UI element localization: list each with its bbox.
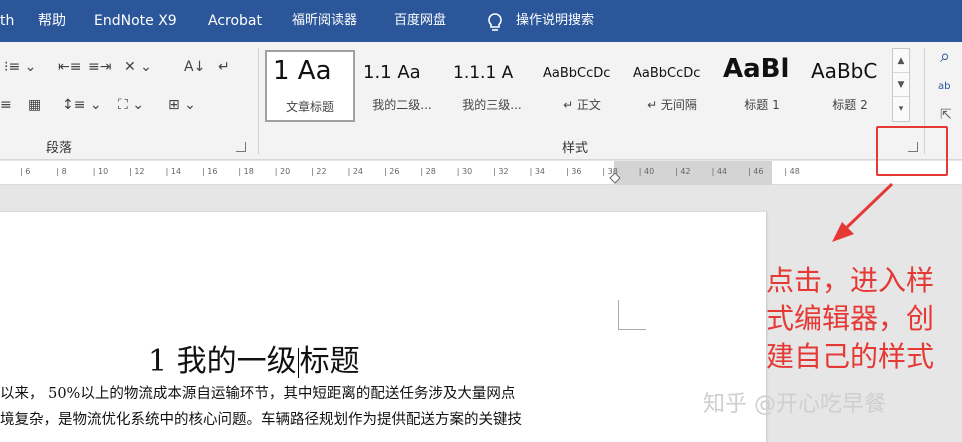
ruler-tick-label: | 48 <box>784 167 800 176</box>
ruler-tick-label: | 18 <box>238 167 254 176</box>
highlight-box <box>876 126 948 176</box>
multilevel-list-icon[interactable]: ⁝≡ ⌄ <box>4 58 36 76</box>
paragraph-group-label: 段落 <box>46 141 73 156</box>
annotation-callout: 点击，进入样 式编辑器，创 建自己的样式 <box>745 262 955 376</box>
menu-tab-foxit[interactable]: 福昕阅读器 <box>292 12 357 30</box>
ruler-tick-label: | 22 <box>311 167 327 176</box>
style-heading-level-3[interactable]: 1.1.1 A 我的三级... <box>447 50 537 122</box>
style-name: ↵ 无间隔 <box>647 98 697 112</box>
ruler-tick-label: | 38 <box>602 167 618 176</box>
replace-icon[interactable]: ab <box>938 78 950 96</box>
margin-corner-mark <box>618 300 646 330</box>
style-preview: AaBbCcDc <box>633 66 701 81</box>
callout-line: 建自己的样式 <box>765 340 934 373</box>
style-no-spacing[interactable]: AaBbCcDc ↵ 无间隔 <box>627 50 717 122</box>
increase-indent-icon[interactable]: ≡⇥ <box>88 58 111 76</box>
watermark: 知乎 @开心吃早餐 <box>703 392 886 417</box>
document-heading[interactable]: 1 我的一级 标题 <box>148 336 360 380</box>
ruler-tick-label: | 6 <box>20 167 31 176</box>
ruler-tick-label: | 20 <box>274 167 291 176</box>
ruler-tick-label: | 32 <box>493 167 509 176</box>
style-preview: AaBl <box>723 54 790 84</box>
ruler-tick-label: | 10 <box>92 167 109 176</box>
distributed-icon[interactable]: ▦ <box>28 96 41 114</box>
callout-line: 式编辑器，创 <box>765 302 934 335</box>
heading-text-before-cursor: 1 我的一级 <box>148 344 297 379</box>
menu-tab-research[interactable]: th <box>0 12 14 30</box>
ruler-tick-label: | 46 <box>748 167 764 176</box>
document-page[interactable]: 1 我的一级 标题 以来， 50%以上的物流成本源自运输环节，其中短距离的配送任务… <box>0 212 766 442</box>
ruler-tick-label: | 30 <box>456 167 473 176</box>
ruler-tick-label: | 26 <box>384 167 400 176</box>
callout-line: 点击，进入样 <box>765 264 934 297</box>
shading-icon[interactable]: ⛶ ⌄ <box>118 96 144 114</box>
chinese-layout-icon[interactable]: ✕ ⌄ <box>124 58 152 76</box>
heading-text-after-cursor: 标题 <box>299 344 360 379</box>
style-name: 文章标题 <box>285 100 334 114</box>
style-preview: AaBbCcDc <box>543 66 611 81</box>
style-normal[interactable]: AaBbCcDc ↵ 正文 <box>537 50 627 122</box>
styles-group-label: 样式 <box>562 141 589 156</box>
style-preview: 1 Aa <box>273 56 332 86</box>
ruler-tick-label: | 28 <box>420 167 436 176</box>
ruler-tick-label: | 42 <box>675 167 691 176</box>
tell-me-search[interactable]: 操作说明搜索 <box>516 12 594 30</box>
ruler-tick-label: | 14 <box>165 167 182 176</box>
style-name: 我的三级... <box>462 98 522 112</box>
style-name: 我的二级... <box>372 98 432 112</box>
horizontal-ruler[interactable]: | 6 | 8 | 10 | 12 | 14 | 16 | 18 | 20 | 22 | 24 | … <box>0 161 962 185</box>
gallery-scroll-buttons: ▲ ▼ ▾ <box>892 48 910 122</box>
menu-tab-baidu-netdisk[interactable]: 百度网盘 <box>394 12 446 30</box>
body-line[interactable]: 境复杂，是物流优化系统中的核心问题。车辆路径规划作为提供配送方案的关键技 <box>0 408 522 429</box>
select-icon[interactable]: ⇱ <box>940 106 952 124</box>
text-cursor <box>297 348 299 378</box>
paragraph-dialog-launcher-icon[interactable] <box>236 142 246 152</box>
pointer-arrow-icon <box>832 182 894 242</box>
sort-icon[interactable]: A↓ <box>184 58 205 76</box>
ruler-tick-label: | 44 <box>711 167 728 176</box>
style-article-title[interactable]: 1 Aa 文章标题 <box>265 50 355 122</box>
menu-tab-help[interactable]: 帮助 <box>38 12 66 30</box>
style-preview: 1.1 Aa <box>363 62 421 83</box>
style-name: 标题 2 <box>832 98 868 112</box>
menu-tab-endnote[interactable]: EndNote X9 <box>94 12 177 30</box>
justify-icon[interactable]: ≡ <box>0 96 12 114</box>
ruler-tick-label: | 16 <box>202 167 218 176</box>
style-preview: 1.1.1 A <box>453 63 514 83</box>
ruler-tick-label: | 40 <box>638 167 655 176</box>
line-spacing-icon[interactable]: ↕≡ ⌄ <box>62 96 102 114</box>
body-line[interactable]: 以来， 50%以上的物流成本源自运输环节，其中短距离的配送任务涉及大量网点 <box>0 382 515 403</box>
find-icon[interactable]: ⌕ <box>940 48 950 66</box>
menu-tab-acrobat[interactable]: Acrobat <box>208 12 262 30</box>
menu-bar: th 帮助 EndNote X9 Acrobat 福昕阅读器 百度网盘 操作说明… <box>0 0 962 42</box>
styles-gallery: 1 Aa 文章标题 1.1 Aa 我的二级... 1.1.1 A 我的三级...… <box>265 50 909 126</box>
borders-icon[interactable]: ⊞ ⌄ <box>168 96 196 114</box>
gallery-more-icon[interactable]: ▾ <box>893 97 909 121</box>
style-heading-level-2[interactable]: 1.1 Aa 我的二级... <box>357 50 447 122</box>
style-preview: AaBbC <box>811 59 878 83</box>
style-heading-2[interactable]: AaBbC 标题 2 <box>805 50 895 122</box>
scroll-down-icon[interactable]: ▼ <box>893 73 909 97</box>
ruler-tick-label: | 8 <box>56 167 67 176</box>
decrease-indent-icon[interactable]: ⇤≡ <box>58 58 81 76</box>
ruler-tick-label: | 12 <box>129 167 145 176</box>
ribbon: ⁝≡ ⌄ ⇤≡ ≡⇥ ✕ ⌄ A↓ ↵ ≡ ▦ ↕≡ ⌄ ⛶ ⌄ ⊞ ⌄ 段落 … <box>0 42 962 160</box>
scroll-up-icon[interactable]: ▲ <box>893 49 909 73</box>
style-name: ↵ 正文 <box>563 98 601 112</box>
style-heading-1[interactable]: AaBl 标题 1 <box>717 50 807 122</box>
ruler-tick-label: | 34 <box>529 167 546 176</box>
show-marks-icon[interactable]: ↵ <box>218 58 230 76</box>
group-separator <box>258 48 259 154</box>
ruler-tick-label: | 24 <box>347 167 364 176</box>
ruler-tick-label: | 36 <box>566 167 582 176</box>
lightbulb-icon <box>488 13 502 31</box>
style-name: 标题 1 <box>744 98 780 112</box>
